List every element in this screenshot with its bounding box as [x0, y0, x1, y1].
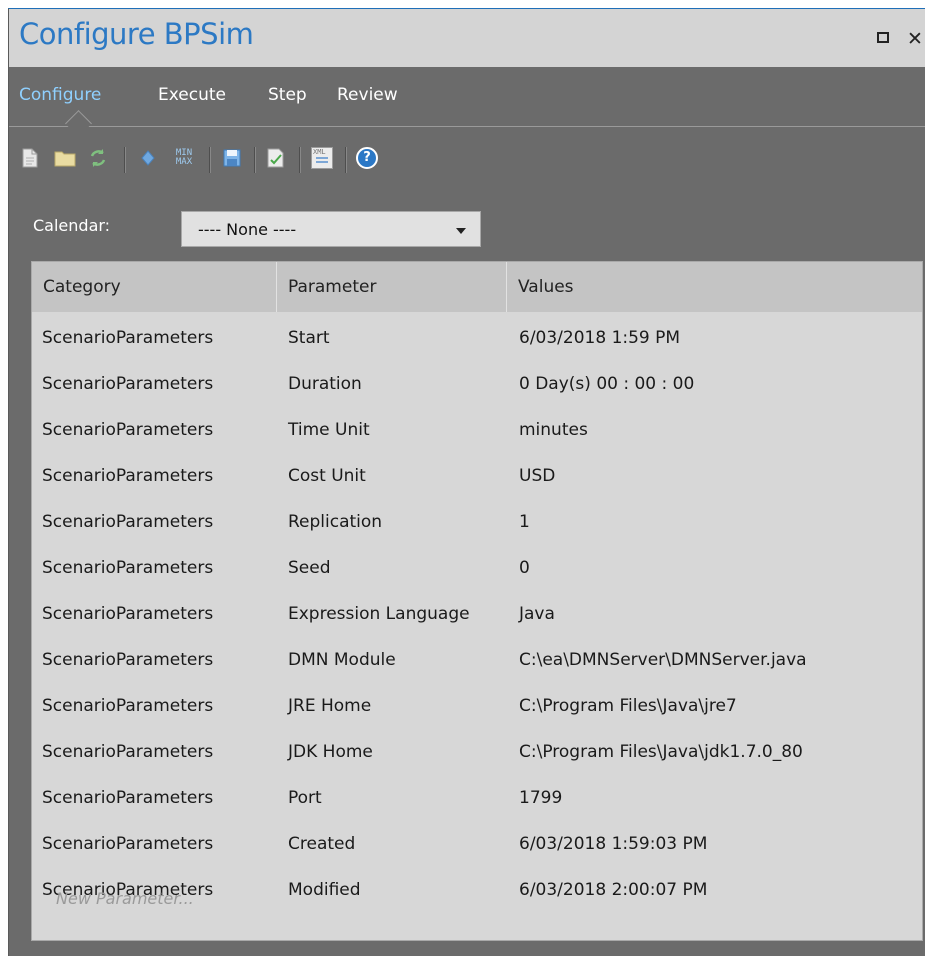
save-icon[interactable]	[221, 147, 243, 169]
cell-parameter[interactable]: JDK Home	[288, 729, 373, 775]
cell-value[interactable]: 6/03/2018 1:59:03 PM	[519, 821, 707, 867]
cell-category[interactable]: ScenarioParameters	[42, 591, 213, 637]
toolbar-separator	[299, 147, 301, 173]
close-icon[interactable]: ✕	[907, 29, 925, 49]
cell-category[interactable]: ScenarioParameters	[42, 683, 213, 729]
help-glyph: ?	[356, 147, 378, 169]
cell-value[interactable]: 6/03/2018 2:00:07 PM	[519, 867, 707, 913]
table-row[interactable]: ScenarioParameters DMN Module C:\ea\DMNSer…	[32, 637, 922, 683]
chevron-down-icon	[456, 228, 466, 234]
column-header-parameter[interactable]: Parameter	[277, 262, 507, 312]
calendar-dropdown[interactable]: ---- None ----	[181, 211, 481, 247]
cell-parameter[interactable]: Created	[288, 821, 355, 867]
cell-category[interactable]: ScenarioParameters	[42, 637, 213, 683]
cell-parameter[interactable]: JRE Home	[288, 683, 371, 729]
table-row[interactable]: ScenarioParameters Created 6/03/2018 1:59:…	[32, 821, 922, 867]
calendar-selected-value: ---- None ----	[198, 220, 297, 239]
cell-parameter[interactable]: DMN Module	[288, 637, 396, 683]
xml-label: XML	[313, 148, 326, 156]
table-row[interactable]: ScenarioParameters Time Unit minutes	[32, 407, 922, 453]
cell-value[interactable]: 0 Day(s) 00 : 00 : 00	[519, 361, 694, 407]
tab-execute[interactable]: Execute	[158, 85, 226, 105]
cell-value[interactable]: C:\Program Files\Java\jdk1.7.0_80	[519, 729, 803, 775]
table-row[interactable]: ScenarioParameters Cost Unit USD	[32, 453, 922, 499]
column-header-values[interactable]: Values	[507, 262, 922, 312]
cell-value[interactable]: minutes	[519, 407, 588, 453]
cell-category[interactable]: ScenarioParameters	[42, 545, 213, 591]
tab-review[interactable]: Review	[337, 85, 398, 105]
cell-value[interactable]: 0	[519, 545, 530, 591]
toolbar-separator	[345, 147, 347, 173]
maximize-icon[interactable]	[877, 32, 889, 43]
table-row[interactable]: ScenarioParameters Duration 0 Day(s) 00 : …	[32, 361, 922, 407]
column-header-category[interactable]: Category	[32, 262, 277, 312]
cell-parameter[interactable]: Replication	[288, 499, 382, 545]
cell-category[interactable]: ScenarioParameters	[42, 361, 213, 407]
refresh-icon[interactable]	[87, 147, 109, 169]
cell-value[interactable]: USD	[519, 453, 555, 499]
bpsim-window: Configure BPSim ✕ Configure Execute Step…	[8, 8, 925, 956]
cell-parameter[interactable]: Time Unit	[288, 407, 370, 453]
tab-underline	[9, 126, 925, 127]
table-row[interactable]: ScenarioParameters Port 1799	[32, 775, 922, 821]
calendar-label: Calendar:	[33, 216, 111, 235]
window-title: Configure BPSim	[19, 17, 254, 51]
cell-value[interactable]: 6/03/2018 1:59 PM	[519, 315, 680, 361]
open-folder-icon[interactable]	[54, 147, 76, 169]
cell-value[interactable]: 1799	[519, 775, 562, 821]
cell-category[interactable]: ScenarioParameters	[42, 407, 213, 453]
xml-export-icon[interactable]: XML	[309, 147, 335, 169]
tab-step[interactable]: Step	[268, 85, 307, 105]
cell-parameter[interactable]: Port	[288, 775, 322, 821]
cell-category[interactable]: ScenarioParameters	[42, 775, 213, 821]
title-bar: Configure BPSim ✕	[9, 9, 925, 67]
cell-parameter[interactable]: Modified	[288, 867, 361, 913]
diamond-icon[interactable]	[137, 147, 159, 169]
cell-parameter[interactable]: Cost Unit	[288, 453, 366, 499]
cell-value[interactable]: 1	[519, 499, 530, 545]
toolbar-separator	[209, 147, 211, 173]
min-max-icon[interactable]: MIN MAX	[169, 147, 199, 169]
validate-icon[interactable]	[265, 147, 287, 169]
max-label: MAX	[175, 157, 193, 167]
cell-parameter[interactable]: Duration	[288, 361, 362, 407]
cell-category[interactable]: ScenarioParameters	[42, 821, 213, 867]
toolbar-separator	[124, 147, 126, 173]
tab-bar: Configure Execute Step Review	[9, 67, 925, 137]
active-tab-indicator	[65, 110, 92, 137]
cell-value[interactable]: Java	[519, 591, 555, 637]
new-document-icon[interactable]	[19, 147, 41, 169]
cell-parameter[interactable]: Expression Language	[288, 591, 470, 637]
cell-value[interactable]: C:\ea\DMNServer\DMNServer.java	[519, 637, 807, 683]
table-row[interactable]: ScenarioParameters JDK Home C:\Program Fil…	[32, 729, 922, 775]
parameter-grid: Category Parameter Values ScenarioParame…	[31, 261, 923, 941]
new-parameter-row[interactable]: New Parameter...	[56, 889, 194, 908]
cell-category[interactable]: ScenarioParameters	[42, 453, 213, 499]
toolbar: MIN MAX XML ?	[9, 139, 925, 179]
toolbar-separator	[254, 147, 256, 173]
cell-category[interactable]: ScenarioParameters	[42, 729, 213, 775]
grid-header: Category Parameter Values	[32, 262, 922, 312]
cell-category[interactable]: ScenarioParameters	[42, 499, 213, 545]
help-icon[interactable]: ?	[356, 147, 378, 169]
table-row[interactable]: ScenarioParameters Start 6/03/2018 1:59 PM	[32, 315, 922, 361]
cell-parameter[interactable]: Seed	[288, 545, 331, 591]
cell-category[interactable]: ScenarioParameters	[42, 315, 213, 361]
table-row[interactable]: ScenarioParameters JRE Home C:\Program Fil…	[32, 683, 922, 729]
table-row[interactable]: ScenarioParameters Seed 0	[32, 545, 922, 591]
tab-configure[interactable]: Configure	[19, 85, 101, 105]
table-row[interactable]: ScenarioParameters Expression Language Jav…	[32, 591, 922, 637]
cell-parameter[interactable]: Start	[288, 315, 330, 361]
cell-value[interactable]: C:\Program Files\Java\jre7	[519, 683, 737, 729]
table-row[interactable]: ScenarioParameters Replication 1	[32, 499, 922, 545]
